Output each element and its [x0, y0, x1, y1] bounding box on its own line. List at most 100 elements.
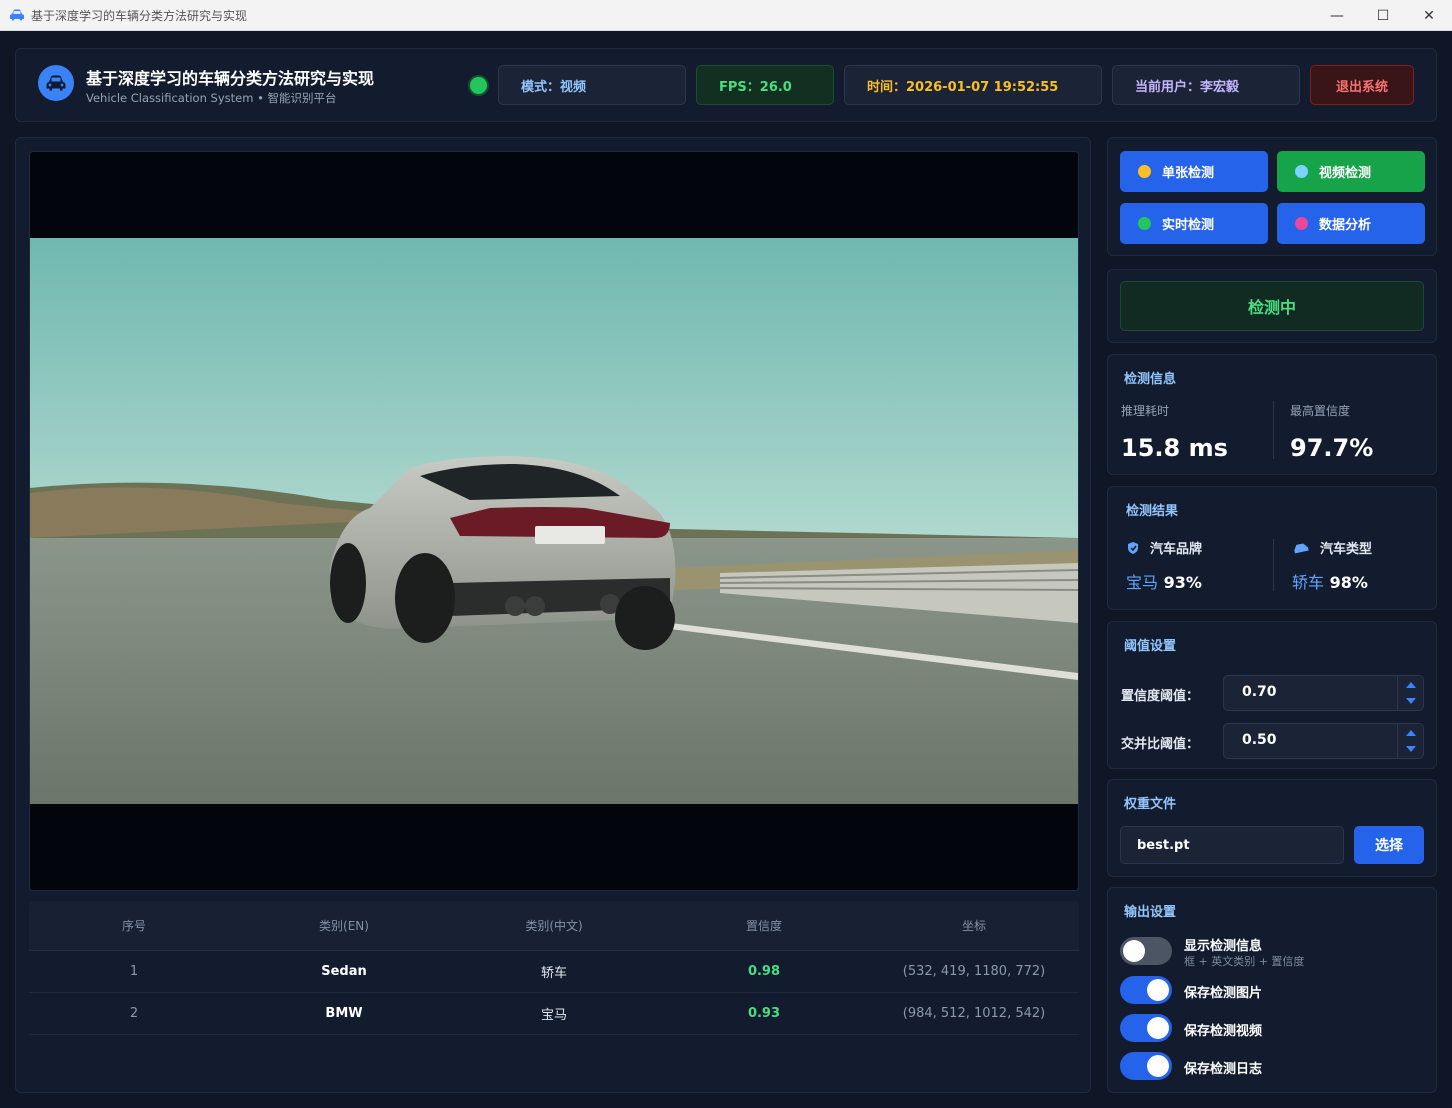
spin-buttons: [1397, 676, 1423, 710]
cell-coords: (984, 512, 1012, 542): [902, 1006, 1046, 1021]
column-header-index[interactable]: 序号: [29, 901, 239, 950]
cell-index: 1: [129, 964, 139, 979]
column-header-class-en[interactable]: 类别(EN): [239, 901, 449, 950]
dot-icon: [1295, 165, 1308, 178]
cell-class-en: Sedan: [321, 964, 367, 979]
window-titlebar: 基于深度学习的车辆分类方法研究与实现 — ☐ ✕: [0, 0, 1452, 31]
logout-button[interactable]: 退出系统: [1310, 65, 1414, 105]
confidence-threshold-value: 0.70: [1242, 684, 1277, 700]
max-confidence-label: 最高置信度: [1290, 404, 1351, 418]
section-title: 检测结果: [1126, 504, 1179, 519]
realtime-detect-button[interactable]: 实时检测: [1120, 203, 1268, 244]
column-header-confidence[interactable]: 置信度: [659, 901, 869, 950]
video-detect-button[interactable]: 视频检测: [1277, 151, 1425, 192]
app-root: 基于深度学习的车辆分类方法研究与实现 Vehicle Classificatio…: [1, 31, 1451, 1107]
car-icon: [9, 7, 25, 23]
toggle-knob: [1147, 1055, 1169, 1077]
cell-class-en: BMW: [325, 1006, 363, 1021]
max-confidence-value: 97.7%: [1290, 434, 1374, 462]
arrow-down-icon[interactable]: [1406, 746, 1416, 752]
brand-value: 宝马 93%: [1126, 569, 1202, 593]
weights-panel: 权重文件 best.pt 选择: [1107, 779, 1437, 877]
realtime-detect-label: 实时检测: [1162, 218, 1215, 233]
maximize-icon: ☐: [1376, 7, 1390, 24]
close-button[interactable]: ✕: [1406, 0, 1452, 31]
confidence-threshold-spinbox[interactable]: 0.70: [1223, 675, 1424, 711]
close-icon: ✕: [1423, 7, 1435, 24]
video-detect-label: 视频检测: [1319, 166, 1372, 181]
fps-badge: FPS：26.0: [696, 65, 834, 105]
app-title: 基于深度学习的车辆分类方法研究与实现: [86, 69, 375, 88]
arrow-up-icon[interactable]: [1406, 682, 1416, 688]
data-analysis-label: 数据分析: [1319, 218, 1372, 233]
divider: [1273, 401, 1274, 459]
user-badge: 当前用户：李宏毅: [1112, 65, 1300, 105]
data-analysis-button[interactable]: 数据分析: [1277, 203, 1425, 244]
detection-info-panel: 检测信息 推理耗时 15.8 ms 最高置信度 97.7%: [1107, 354, 1437, 475]
iou-threshold-spinbox[interactable]: 0.50: [1223, 723, 1424, 759]
type-name: 轿车: [1292, 573, 1325, 592]
header-bar: 基于深度学习的车辆分类方法研究与实现 Vehicle Classificatio…: [15, 48, 1437, 122]
cell-class-zh: 轿车: [540, 966, 567, 981]
save-video-label: 保存检测视频: [1184, 1024, 1263, 1039]
status-panel: 检测中: [1107, 269, 1437, 343]
online-status-indicator: [470, 77, 487, 94]
table-header: 序号 类别(EN) 类别(中文) 置信度 坐标: [29, 901, 1079, 951]
dot-icon: [1138, 165, 1151, 178]
cell-coords: (532, 419, 1180, 772): [902, 964, 1046, 979]
detection-table: 序号 类别(EN) 类别(中文) 置信度 坐标 1 Sedan 轿车 0.98 …: [29, 901, 1079, 1035]
dot-icon: [1295, 217, 1308, 230]
brand-confidence: 93%: [1163, 573, 1202, 592]
show-info-sublabel: 框 + 英文类别 + 置信度: [1184, 955, 1305, 968]
iou-threshold-value: 0.50: [1242, 732, 1277, 748]
arrow-down-icon[interactable]: [1406, 698, 1416, 704]
show-info-label: 显示检测信息: [1184, 939, 1263, 954]
detecting-status-button[interactable]: 检测中: [1120, 281, 1424, 331]
toggle-knob: [1147, 1017, 1169, 1039]
section-title: 权重文件: [1124, 797, 1177, 812]
table-row[interactable]: 1 Sedan 轿车 0.98 (532, 419, 1180, 772): [29, 951, 1079, 993]
type-value: 轿车 98%: [1292, 569, 1368, 593]
save-video-toggle[interactable]: [1120, 1014, 1172, 1042]
cell-confidence: 0.98: [747, 964, 781, 979]
time-badge: 时间：2026-01-07 19:52:55: [844, 65, 1102, 105]
save-image-toggle[interactable]: [1120, 976, 1172, 1004]
single-detect-button[interactable]: 单张检测: [1120, 151, 1268, 192]
column-header-coords[interactable]: 坐标: [869, 901, 1079, 950]
brand-label: 汽车品牌: [1126, 538, 1202, 557]
type-label: 汽车类型: [1292, 538, 1372, 557]
iou-threshold-label: 交并比阈值：: [1121, 737, 1200, 752]
save-log-toggle[interactable]: [1120, 1052, 1172, 1080]
window-title: 基于深度学习的车辆分类方法研究与实现: [31, 8, 248, 23]
weights-file-field[interactable]: best.pt: [1120, 826, 1344, 864]
brand-label-text: 汽车品牌: [1150, 542, 1203, 557]
divider: [1273, 539, 1274, 591]
section-title: 阈值设置: [1124, 639, 1177, 654]
output-settings-panel: 输出设置 显示检测信息 框 + 英文类别 + 置信度 保存检测图片 保存检测视频…: [1107, 887, 1437, 1093]
mode-nav-panel: 单张检测 视频检测 实时检测 数据分析: [1107, 137, 1437, 256]
dot-icon: [1138, 217, 1151, 230]
video-display: [29, 151, 1079, 891]
confidence-threshold-label: 置信度阈值：: [1121, 689, 1200, 704]
inference-time-label: 推理耗时: [1121, 404, 1170, 418]
section-title: 检测信息: [1124, 372, 1177, 387]
main-panel: 序号 类别(EN) 类别(中文) 置信度 坐标 1 Sedan 轿车 0.98 …: [15, 137, 1091, 1093]
maximize-button[interactable]: ☐: [1360, 0, 1406, 31]
arrow-up-icon[interactable]: [1406, 730, 1416, 736]
save-image-label: 保存检测图片: [1184, 986, 1263, 1001]
mode-badge: 模式：视频: [498, 65, 686, 105]
cell-index: 2: [129, 1006, 139, 1021]
cell-confidence: 0.93: [747, 1006, 781, 1021]
column-header-class-zh[interactable]: 类别(中文): [449, 901, 659, 950]
show-info-toggle[interactable]: [1120, 937, 1172, 965]
minimize-button[interactable]: —: [1314, 0, 1360, 31]
car-type-icon: [1294, 542, 1309, 553]
single-detect-label: 单张检测: [1162, 166, 1215, 181]
detection-result-panel: 检测结果 汽车品牌 宝马 93% 汽车类型 轿车 98%: [1107, 486, 1437, 610]
table-row[interactable]: 2 BMW 宝马 0.93 (984, 512, 1012, 542): [29, 993, 1079, 1035]
shield-icon: [1128, 541, 1138, 554]
brand-name: 宝马: [1126, 573, 1159, 592]
toggle-knob: [1147, 979, 1169, 1001]
choose-weights-button[interactable]: 选择: [1354, 826, 1424, 864]
car-logo-icon: [38, 65, 74, 101]
